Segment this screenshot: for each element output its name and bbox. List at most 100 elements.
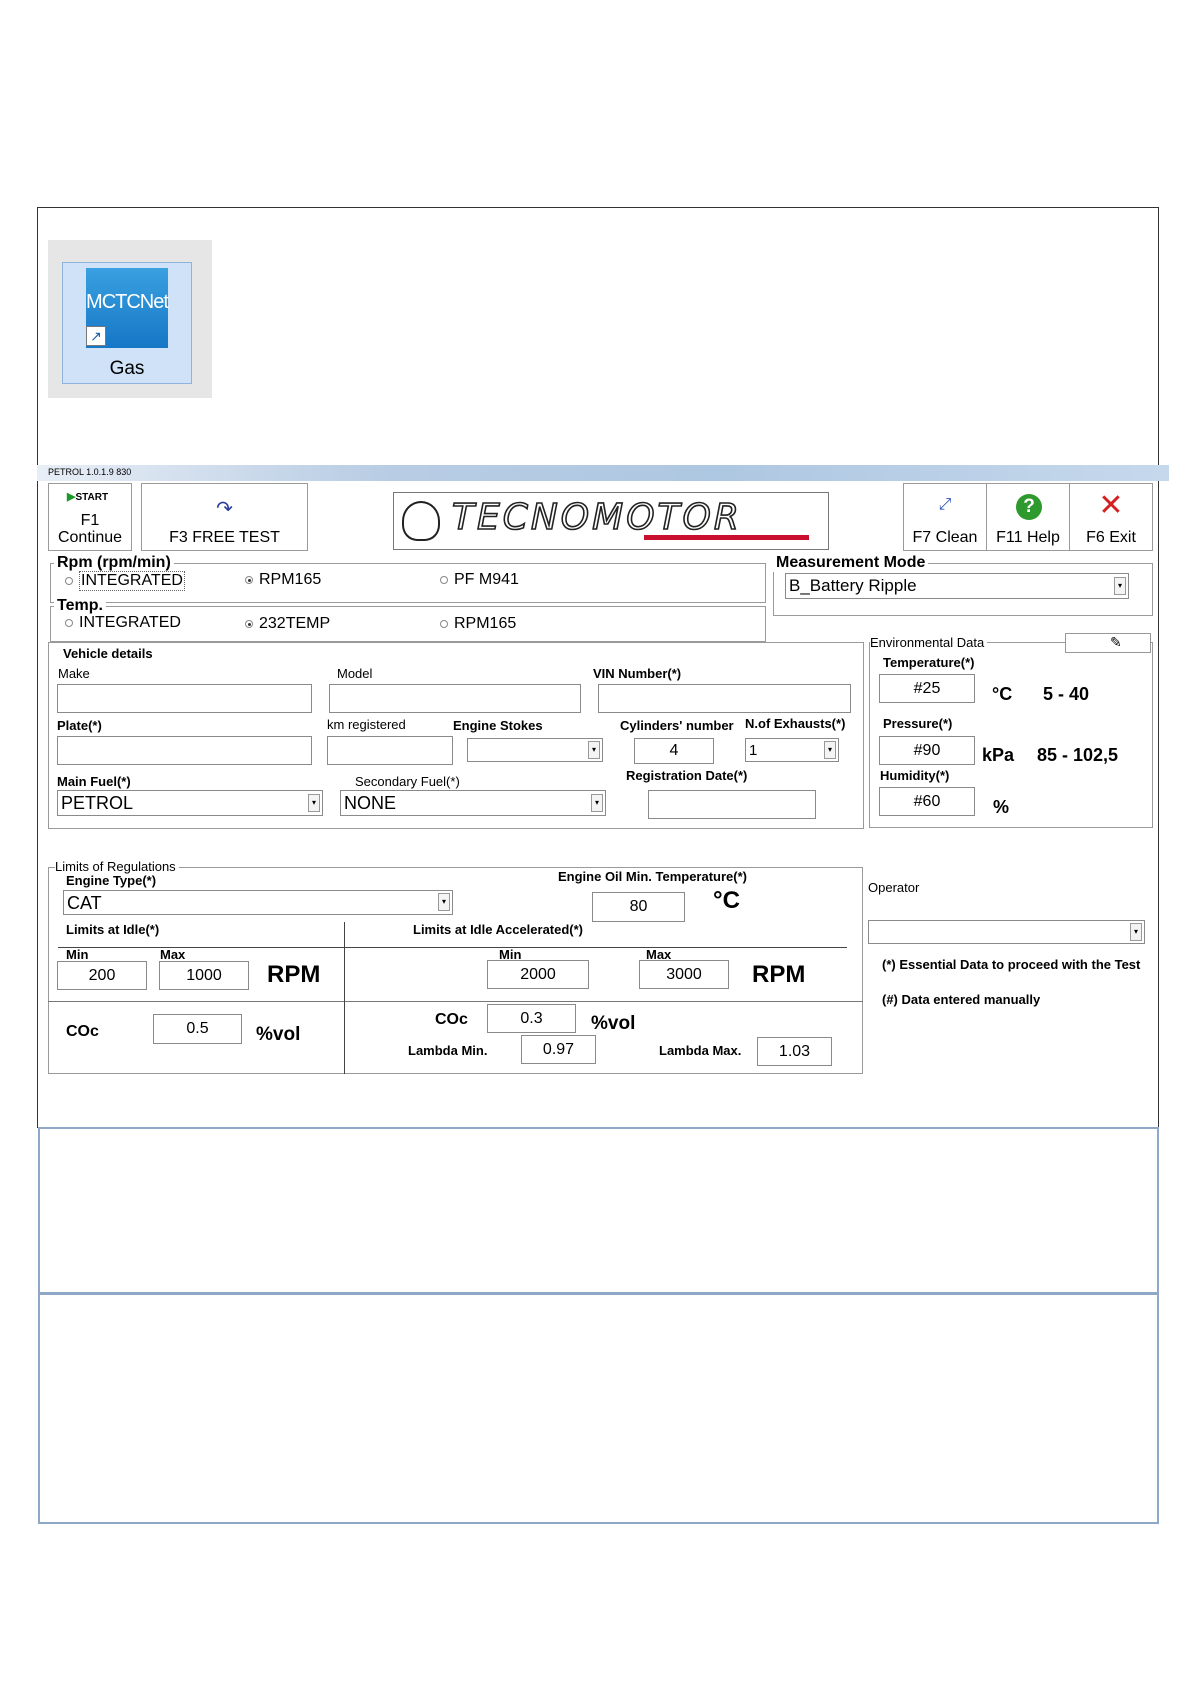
secondary-fuel-label: Secondary Fuel(*) (355, 774, 460, 789)
model-input[interactable] (329, 684, 581, 713)
f11-help-button[interactable]: ? F11 Help (986, 483, 1070, 551)
pencil-icon: ✎ (1110, 634, 1122, 650)
f7-clean-button[interactable]: ⤢ F7 Clean (903, 483, 987, 551)
humidity-label: Humidity(*) (880, 768, 950, 783)
main-fuel-label: Main Fuel(*) (57, 774, 131, 789)
chevron-down-icon: ▾ (591, 794, 603, 812)
radio-icon (65, 619, 73, 627)
temp-option-integrated[interactable]: INTEGRATED (65, 614, 181, 632)
cylinders-input[interactable]: 4 (634, 738, 714, 764)
desktop-shortcut[interactable]: MCTCNet ↗ Gas (48, 240, 212, 398)
redo-icon: ↷ (216, 498, 233, 520)
temp-group-title: Temp. (54, 597, 106, 615)
lambda-max-label: Lambda Max. (659, 1043, 742, 1058)
f6-exit-button[interactable]: ✕ F6 Exit (1069, 483, 1153, 551)
f3-free-test-button[interactable]: ↷ F3 FREE TEST (141, 483, 308, 551)
main-fuel-select[interactable]: PETROL ▾ (57, 790, 323, 816)
temperature-unit: °C (992, 684, 1013, 704)
secondary-fuel-select[interactable]: NONE ▾ (340, 790, 606, 816)
f11-label: F11 Help (996, 529, 1060, 546)
start-badge: ▶START (67, 491, 109, 503)
close-icon: ✕ (1098, 489, 1124, 522)
environmental-data-title: Environmental Data (870, 635, 988, 650)
lambda-min-label: Lambda Min. (408, 1043, 488, 1058)
shortcut-logo-text: MCTCNet (86, 291, 169, 313)
pressure-label: Pressure(*) (883, 716, 953, 731)
oil-temp-input[interactable]: 80 (592, 892, 685, 922)
essential-note: (*) Essential Data to proceed with the T… (882, 957, 1141, 972)
temperature-label: Temperature(*) (883, 655, 975, 670)
rpm-option-pfm941[interactable]: PF M941 (440, 571, 519, 589)
radio-icon (440, 620, 448, 628)
empty-panel-2 (38, 1293, 1159, 1524)
temperature-input[interactable]: #25 (879, 674, 975, 703)
engine-type-label: Engine Type(*) (66, 873, 157, 888)
plate-input[interactable] (57, 736, 312, 765)
help-icon: ? (1016, 494, 1042, 520)
accel-co-label: COc (435, 1011, 468, 1028)
idle-max-input[interactable]: 1000 (159, 961, 249, 990)
logo-text: TECNOMOTOR (451, 496, 742, 539)
accel-min-input[interactable]: 2000 (487, 960, 589, 989)
idle-min-input[interactable]: 200 (57, 961, 147, 990)
registration-date-label: Registration Date(*) (626, 768, 748, 783)
km-label: km registered (327, 717, 406, 732)
idle-vol-unit: %vol (256, 1024, 301, 1045)
f1-label: Continue (57, 529, 123, 546)
rpm-option-rpm165[interactable]: RPM165 (245, 571, 321, 589)
chevron-down-icon: ▾ (1114, 577, 1126, 595)
exhausts-label: N.of Exhausts(*) (745, 716, 846, 731)
radio-icon (440, 576, 448, 584)
radio-icon (65, 577, 73, 585)
idle-co-input[interactable]: 0.5 (153, 1014, 242, 1044)
chevron-down-icon: ▾ (588, 741, 600, 759)
vehicle-details-title: Vehicle details (63, 646, 153, 661)
idle-max-label: Max (160, 947, 186, 962)
idle-min-label: Min (66, 947, 89, 962)
chevron-down-icon: ▾ (438, 893, 450, 911)
registration-date-input[interactable] (648, 790, 816, 819)
engine-stokes-label: Engine Stokes (453, 718, 543, 733)
model-label: Model (337, 666, 373, 681)
idle-limits-label: Limits at Idle(*) (66, 922, 160, 937)
accel-max-input[interactable]: 3000 (639, 960, 729, 989)
engine-type-select[interactable]: CAT ▾ (63, 890, 453, 915)
idle-accel-limits-label: Limits at Idle Accelerated(*) (413, 922, 584, 937)
chevron-down-icon: ▾ (824, 741, 836, 759)
manual-note: (#) Data entered manually (882, 992, 1041, 1007)
engine-stokes-select[interactable]: ▾ (467, 738, 603, 762)
lambda-max-input[interactable]: 1.03 (757, 1037, 832, 1066)
title-bar: PETROL 1.0.1.9 830 (37, 465, 1169, 481)
exhausts-select[interactable]: 1 ▾ (745, 738, 839, 762)
measurement-mode-select[interactable]: B_Battery Ripple ▾ (785, 573, 1129, 599)
oil-temp-label: Engine Oil Min. Temperature(*) (558, 869, 748, 884)
f3-label: F3 FREE TEST (169, 529, 280, 546)
lambda-min-input[interactable]: 0.97 (521, 1035, 596, 1064)
humidity-input[interactable]: #60 (879, 787, 975, 816)
pressure-range: 85 - 102,5 (1037, 745, 1119, 765)
edit-env-button[interactable]: ✎ (1065, 633, 1151, 653)
cylinders-label: Cylinders' number (620, 718, 734, 733)
idle-rule (58, 947, 344, 948)
operator-select[interactable]: ▾ (868, 920, 1145, 944)
temp-option-232temp[interactable]: 232TEMP (245, 615, 330, 633)
rpm-group-title: Rpm (rpm/min) (54, 554, 174, 572)
vin-input[interactable] (598, 684, 851, 713)
temp-option-rpm165[interactable]: RPM165 (440, 615, 516, 633)
humidity-unit: % (993, 797, 1010, 817)
f1-continue-button[interactable]: ▶START F1 Continue (48, 483, 132, 551)
f6-label: F6 Exit (1086, 529, 1136, 546)
vin-label: VIN Number(*) (593, 666, 682, 681)
measurement-mode-title: Measurement Mode (773, 554, 929, 572)
km-input[interactable] (327, 736, 453, 765)
pressure-input[interactable]: #90 (879, 736, 975, 765)
limits-title: Limits of Regulations (55, 859, 179, 874)
radio-selected-icon (245, 576, 253, 584)
plate-label: Plate(*) (57, 718, 102, 733)
tecnomotor-logo: TECNOMOTOR (393, 492, 829, 550)
make-input[interactable] (57, 684, 312, 713)
accel-co-input[interactable]: 0.3 (487, 1004, 576, 1033)
chevron-down-icon: ▾ (308, 794, 320, 812)
rpm-option-integrated[interactable]: INTEGRATED (65, 571, 185, 591)
f7-label: F7 Clean (912, 529, 978, 546)
